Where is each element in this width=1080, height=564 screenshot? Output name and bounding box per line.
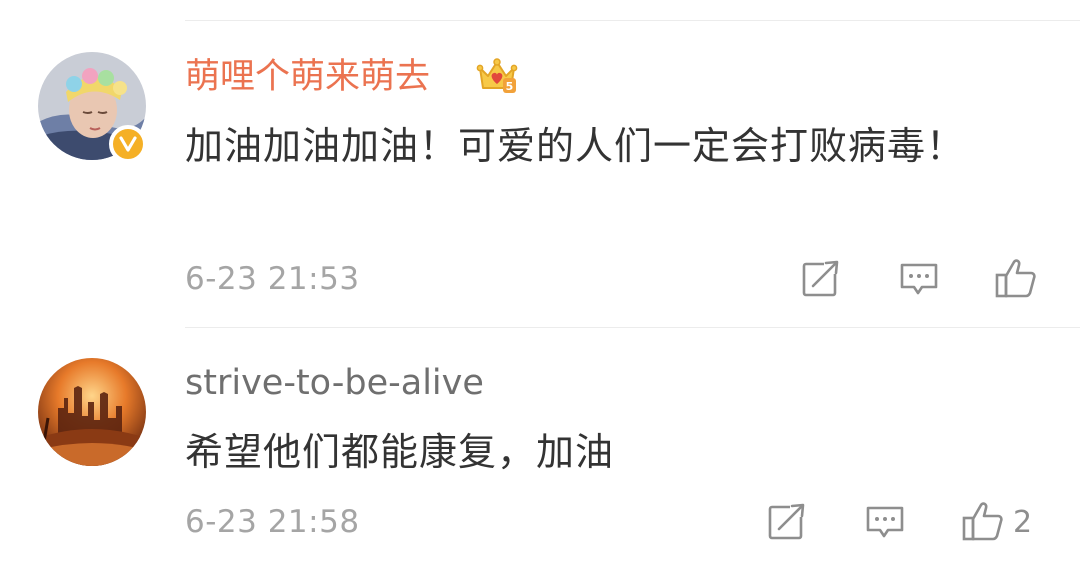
timestamp: 6-23 21:58 [185, 504, 360, 540]
username[interactable]: 萌哩个萌来萌去 [185, 55, 430, 99]
repost-icon [766, 501, 808, 547]
avatar[interactable] [38, 358, 146, 466]
verified-v-icon [109, 125, 147, 163]
comment-text: 希望他们都能康复，加油 [185, 430, 615, 474]
like-button[interactable] [994, 256, 1046, 304]
comment-text: 加油加油加油！可爱的人们一定会打败病毒！ [185, 124, 966, 168]
repost-button[interactable] [766, 501, 808, 547]
comment-button[interactable] [864, 501, 906, 547]
like-icon [961, 499, 1005, 547]
comment-icon [898, 258, 940, 304]
comment-icon [864, 501, 906, 547]
username[interactable]: strive-to-be-alive [185, 361, 484, 405]
comment-button[interactable] [898, 258, 940, 304]
comment-item: 萌哩个萌来萌去 5 加油加油加油！可爱的人们一定会打败病毒！ 6-23 21:5… [0, 0, 1080, 328]
repost-button[interactable] [800, 258, 842, 304]
like-icon [994, 256, 1038, 304]
like-count: 2 [1013, 505, 1033, 540]
like-button[interactable]: 2 [961, 499, 1032, 547]
comment-item: strive-to-be-alive 希望他们都能康复，加油 6-23 21:5… [0, 328, 1080, 564]
crown-badge-icon[interactable]: 5 [476, 54, 518, 96]
timestamp: 6-23 21:53 [185, 261, 360, 297]
crown-level-label: 5 [506, 80, 514, 93]
repost-icon [800, 258, 842, 304]
